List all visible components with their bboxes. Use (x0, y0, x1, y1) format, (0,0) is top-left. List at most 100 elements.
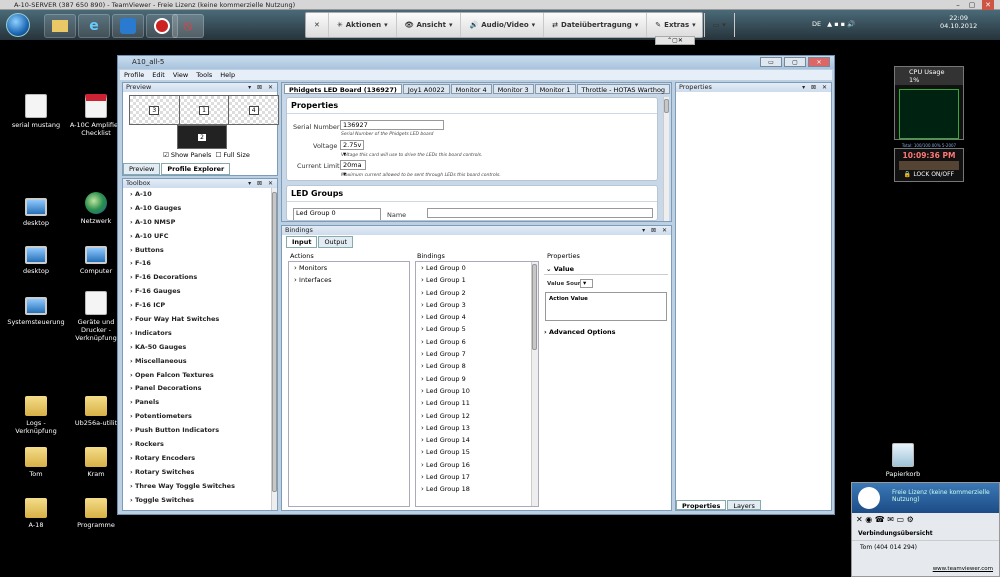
binding-item[interactable]: Led Group 11 (416, 397, 538, 409)
voltage-select[interactable]: 2.75v ▾ (340, 140, 364, 158)
desktop-icon[interactable]: Tom (6, 443, 66, 478)
show-panels-checkbox[interactable]: ☑ Show Panels (163, 151, 211, 159)
desktop-icon[interactable]: serial mustang (6, 94, 66, 129)
toolbox-item[interactable]: F-16 Decorations (123, 271, 277, 285)
binding-item[interactable]: Led Group 16 (416, 459, 538, 471)
menu-help[interactable]: Help (216, 70, 239, 80)
binding-item[interactable]: Led Group 9 (416, 373, 538, 385)
toolbox-item[interactable]: A-10 (123, 188, 277, 202)
tab-monitor-3[interactable]: Monitor 3 (492, 84, 534, 94)
menu-view[interactable]: View (169, 70, 192, 80)
binding-item[interactable]: Led Group 3 (416, 299, 538, 311)
tab-monitor-4[interactable]: Monitor 4 (450, 84, 492, 94)
no-smoking-taskbar-icon[interactable]: ⦸ (172, 14, 204, 38)
preview-monitor[interactable]: 4 (229, 96, 278, 124)
menu-profile[interactable]: Profile (120, 70, 148, 80)
panel-controls[interactable]: ▾ ⊠ ✕ (248, 179, 275, 188)
toolbar-ansicht[interactable]: 👁 Ansicht ▾ (397, 13, 462, 37)
menu-edit[interactable]: Edit (148, 70, 169, 80)
current-limit-select[interactable]: 20ma ▾ (340, 160, 366, 178)
desktop-icon[interactable]: Papierkorb (873, 443, 933, 478)
window-minimize-button[interactable]: ▭ (760, 57, 782, 67)
advanced-options-section[interactable]: › Advanced Options (544, 328, 616, 336)
tab-input[interactable]: Input (286, 236, 318, 248)
toolbar-extras[interactable]: ✎ Extras ▾ (647, 13, 705, 37)
binding-item[interactable]: Led Group 2 (416, 287, 538, 299)
toolbox-item[interactable]: Open Falcon Textures (123, 369, 277, 383)
action-value-box[interactable]: Action Value (545, 292, 667, 321)
toolbox-item[interactable]: A-10 Gauges (123, 202, 277, 216)
binding-item[interactable]: Led Group 5 (416, 323, 538, 335)
toolbox-item[interactable]: F-16 (123, 257, 277, 271)
binding-item[interactable]: Led Group 12 (416, 410, 538, 422)
connection-row[interactable]: Tom (404 014 294) (852, 541, 999, 554)
tab-joy1[interactable]: Joy1 A0022 (402, 84, 450, 94)
binding-item[interactable]: Led Group 8 (416, 360, 538, 372)
binding-item[interactable]: Led Group 6 (416, 336, 538, 348)
toolbox-item[interactable]: KA-50 Gauges (123, 341, 277, 355)
teamviewer-taskbar-icon[interactable] (112, 14, 144, 38)
document-scrollbar[interactable] (663, 97, 669, 221)
tab-properties[interactable]: Properties (676, 500, 727, 510)
binding-item[interactable]: Led Group 1 (416, 274, 538, 286)
preview-monitor[interactable]: 1 (180, 96, 230, 124)
ie-taskbar-icon[interactable]: e (78, 14, 110, 38)
close-button[interactable]: ✕ (982, 0, 994, 10)
start-button[interactable] (6, 13, 30, 37)
toolbox-item[interactable]: Rotary Switches (123, 466, 277, 480)
lock-toggle[interactable]: 🔒 LOCK ON/OFF (895, 171, 963, 178)
toolbox-item[interactable]: Miscellaneous (123, 355, 277, 369)
desktop-icon[interactable]: Logs - Verknüpfung (6, 392, 66, 435)
tab-phidgets-led-board[interactable]: Phidgets LED Board (136927) (284, 84, 402, 94)
name-field[interactable] (427, 208, 653, 218)
clock[interactable]: 22:09 04.10.2012 (940, 14, 977, 30)
scroll-thumb[interactable] (664, 99, 669, 113)
binding-item[interactable]: Led Group 17 (416, 471, 538, 483)
binding-item[interactable]: Led Group 18 (416, 483, 538, 495)
bindings-scrollbar[interactable] (531, 262, 538, 506)
serial-number-field[interactable]: 136927 (340, 120, 444, 130)
value-section[interactable]: ⌄ Value (544, 264, 668, 275)
toolbar-close-button[interactable]: ✕ (306, 13, 329, 37)
preview-monitors[interactable]: 3 1 4 (129, 95, 279, 125)
window-maximize-button[interactable]: ▢ (784, 57, 806, 67)
scroll-thumb[interactable] (532, 264, 537, 350)
menu-tools[interactable]: Tools (192, 70, 216, 80)
toolbar-window[interactable]: ▭ ▾ (705, 13, 735, 37)
toolbox-item[interactable]: Panels (123, 396, 277, 410)
binding-item[interactable]: Led Group 15 (416, 446, 538, 458)
toolbox-item[interactable]: Four Way Hat Switches (123, 313, 277, 327)
toolbox-item[interactable]: Panel Decorations (123, 382, 277, 396)
tab-layers[interactable]: Layers (727, 500, 761, 510)
preview-cockpit[interactable]: 2 (177, 125, 227, 149)
toolbox-item[interactable]: Indicators (123, 327, 277, 341)
maximize-button[interactable]: ▢ (966, 0, 978, 10)
panel-controls[interactable]: ▾ ⊠ ✕ (802, 83, 829, 92)
toolbar-audio-video[interactable]: 🔊 Audio/Video ▾ (461, 13, 545, 37)
cpu-gadget[interactable]: CPU Usage 1% Total: 100/100.00% 5-2007 (894, 66, 964, 148)
popup-section[interactable]: Verbindungsübersicht (852, 527, 999, 541)
toolbox-item[interactable]: Three Way Toggle Switches (123, 480, 277, 494)
toolbox-item[interactable]: Push Button Indicators (123, 424, 277, 438)
toolbox-item[interactable]: Buttons (123, 244, 277, 258)
toolbox-item[interactable]: Toggle Switches (123, 494, 277, 508)
scroll-thumb[interactable] (272, 192, 277, 492)
toolbox-item[interactable]: Rotary Encoders (123, 452, 277, 466)
window-close-button[interactable]: ✕ (808, 57, 830, 67)
binding-item[interactable]: Led Group 7 (416, 348, 538, 360)
tree-node-monitors[interactable]: Monitors (289, 262, 409, 274)
panel-controls[interactable]: ▾ ⊠ ✕ (642, 226, 669, 235)
tab-preview[interactable]: Preview (123, 163, 161, 175)
panel-controls[interactable]: ▾ ⊠ ✕ (248, 83, 275, 92)
toolbox-item[interactable]: F-16 ICP (123, 299, 277, 313)
popup-toolbar[interactable]: ✕ ◉ ☎ ✉ ▭ ⚙ (852, 513, 999, 527)
minimize-button[interactable]: – (952, 0, 964, 10)
tab-output[interactable]: Output (318, 236, 354, 248)
teamviewer-link[interactable]: www.teamviewer.com (933, 566, 993, 572)
preview-monitor[interactable]: 3 (130, 96, 180, 124)
binding-item[interactable]: Led Group 0 (416, 262, 538, 274)
toolbox-item[interactable]: Rockers (123, 438, 277, 452)
tree-node-interfaces[interactable]: Interfaces (289, 274, 409, 286)
desktop-icon[interactable]: desktop (6, 240, 66, 275)
toolbar-aktionen[interactable]: ✳ Aktionen ▾ (329, 13, 397, 37)
